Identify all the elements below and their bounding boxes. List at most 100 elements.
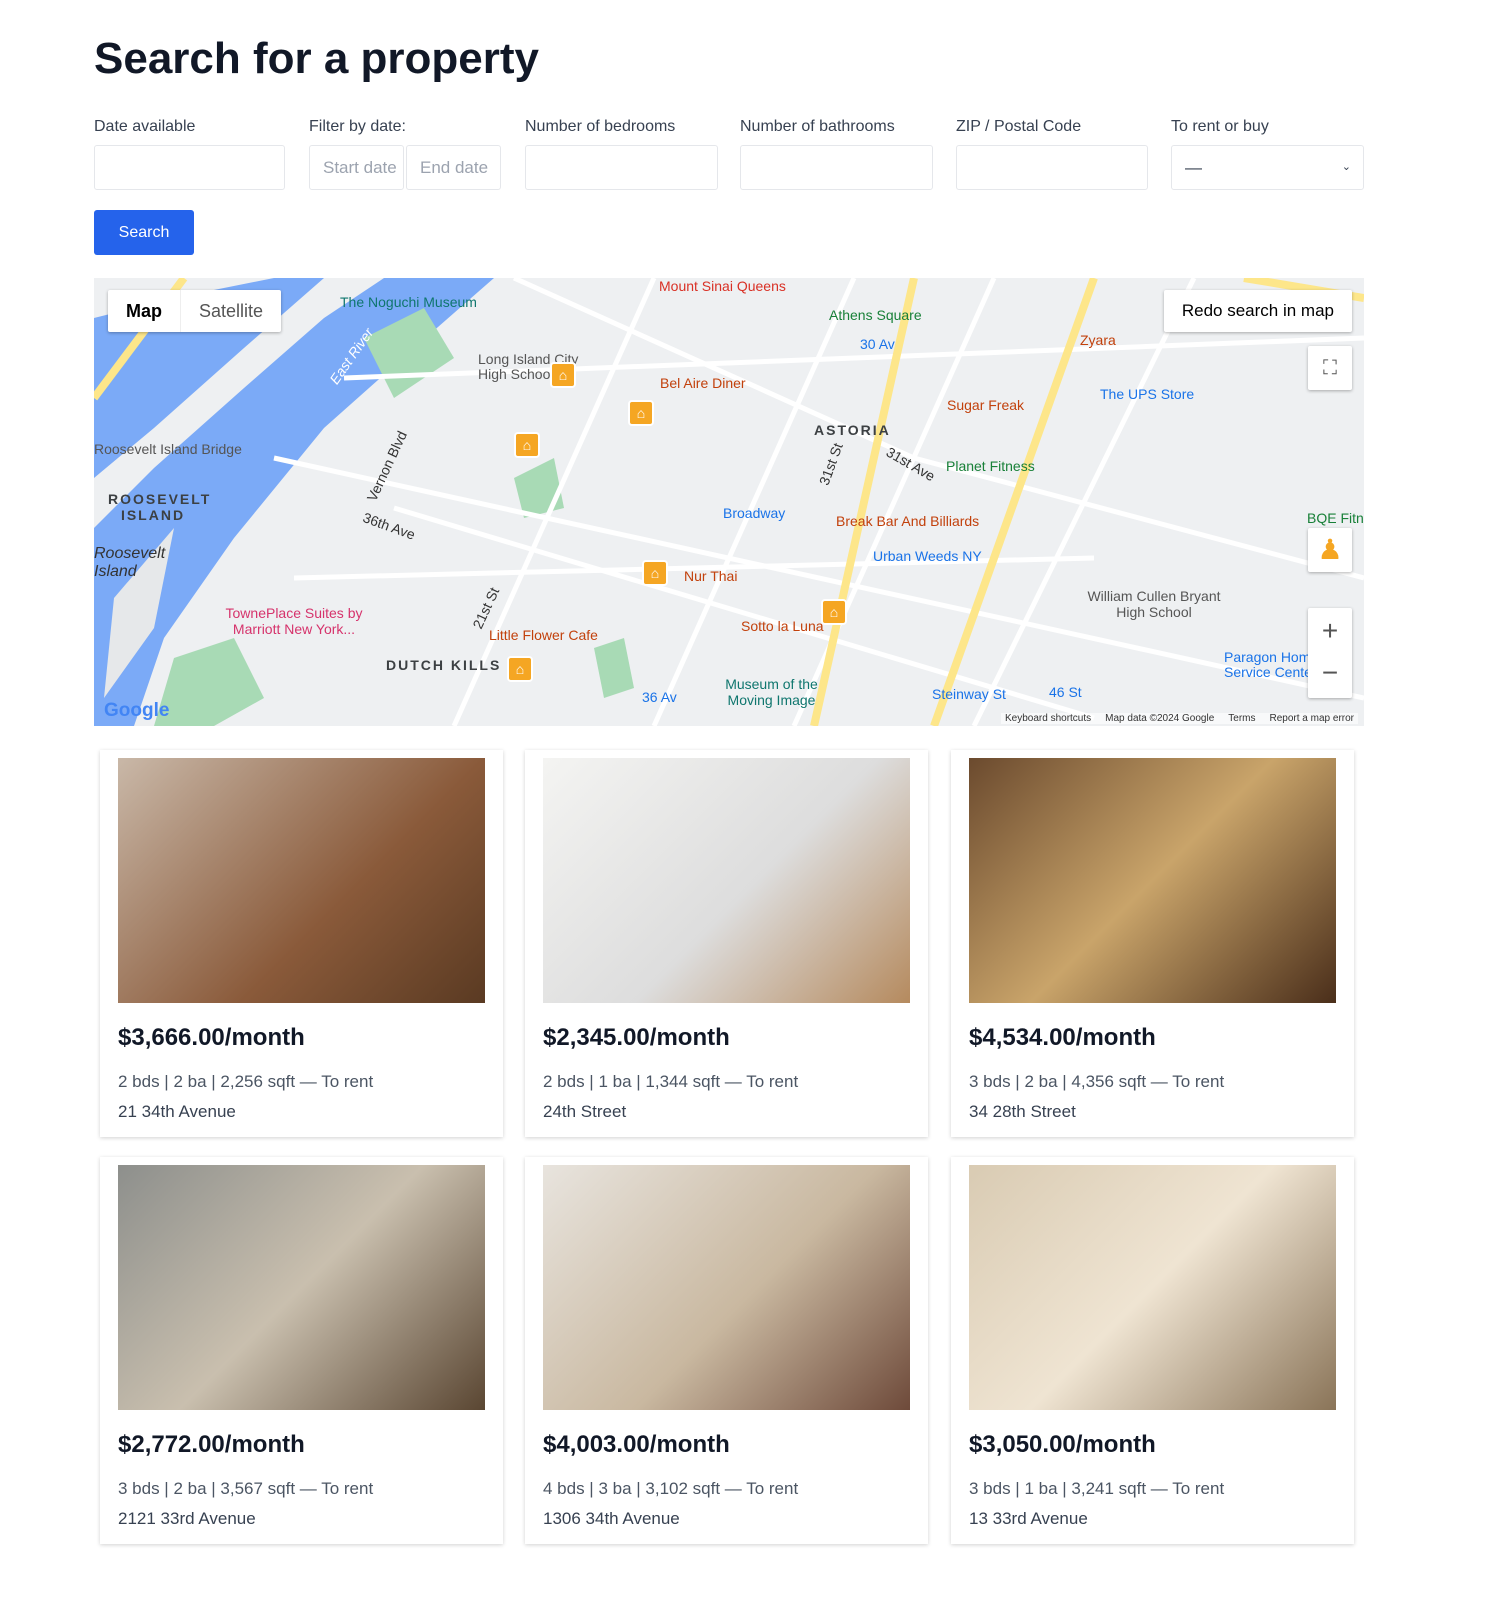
map-label[interactable]: Planet Fitness bbox=[946, 458, 1035, 474]
end-date-input[interactable]: End date bbox=[406, 145, 501, 190]
map-label: ASTORIA bbox=[814, 422, 891, 438]
rent-or-buy-select[interactable]: — ⌄ bbox=[1171, 145, 1364, 190]
fullscreen-icon[interactable]: ⛶ bbox=[1308, 346, 1352, 390]
terms-link[interactable]: Terms bbox=[1228, 713, 1255, 724]
map-label[interactable]: Urban Weeds NY bbox=[873, 548, 982, 564]
map-label: Roosevelt Island Bridge bbox=[94, 441, 242, 457]
property-photo[interactable] bbox=[969, 1165, 1336, 1410]
map-label[interactable]: Nur Thai bbox=[684, 568, 737, 584]
rent-or-buy-label: To rent or buy bbox=[1171, 118, 1269, 135]
map-label[interactable]: Sotto la Luna bbox=[741, 618, 824, 634]
map-label[interactable]: The Noguchi Museum bbox=[340, 294, 477, 310]
bedrooms-input[interactable] bbox=[525, 145, 718, 190]
street-view-pegman-icon[interactable]: ♟ bbox=[1308, 528, 1352, 572]
property-photo[interactable] bbox=[969, 758, 1336, 1003]
date-available-field: Date available bbox=[94, 118, 285, 190]
map-label[interactable]: Steinway St bbox=[932, 686, 1006, 702]
map-label[interactable]: Museum of the Moving Image bbox=[714, 676, 829, 708]
bathrooms-field: Number of bathrooms bbox=[740, 118, 933, 190]
search-button[interactable]: Search bbox=[94, 210, 194, 255]
property-price: $3,666.00/month bbox=[118, 1024, 305, 1051]
chevron-down-icon: ⌄ bbox=[1341, 161, 1351, 173]
property-marker-home-icon[interactable]: ⌂ bbox=[821, 599, 847, 625]
map-label[interactable]: 36 Av bbox=[642, 689, 677, 705]
bedrooms-label: Number of bedrooms bbox=[525, 118, 676, 135]
map-label: ROOSEVELT ISLAND bbox=[108, 491, 212, 523]
map-label[interactable]: TownePlace Suites by Marriott New York..… bbox=[209, 605, 379, 637]
rent-or-buy-field: To rent or buy — ⌄ bbox=[1171, 118, 1364, 190]
property-photo[interactable] bbox=[543, 758, 910, 1003]
property-marker-home-icon[interactable]: ⌂ bbox=[628, 400, 654, 426]
rent-or-buy-value: — bbox=[1185, 158, 1202, 177]
property-card[interactable]: $3,666.00/month 2 bds | 2 ba | 2,256 sqf… bbox=[100, 750, 503, 1137]
map-label[interactable]: 46 St bbox=[1049, 684, 1082, 700]
property-card[interactable]: $4,003.00/month 4 bds | 3 ba | 3,102 sqf… bbox=[525, 1157, 928, 1544]
property-price: $4,003.00/month bbox=[543, 1431, 730, 1458]
property-marker-home-icon[interactable]: ⌂ bbox=[514, 432, 540, 458]
zoom-in-icon[interactable]: + bbox=[1308, 608, 1352, 653]
map-type-satellite-button[interactable]: Satellite bbox=[180, 290, 281, 332]
bathrooms-label: Number of bathrooms bbox=[740, 118, 895, 135]
map-label[interactable]: The UPS Store bbox=[1100, 386, 1194, 402]
map-label[interactable]: Sugar Freak bbox=[947, 397, 1024, 413]
zoom-control: + − bbox=[1308, 608, 1352, 698]
redo-search-button[interactable]: Redo search in map bbox=[1163, 290, 1352, 332]
property-details: 4 bds | 3 ba | 3,102 sqft — To rent bbox=[543, 1479, 799, 1498]
property-marker-home-icon[interactable]: ⌂ bbox=[550, 362, 576, 388]
map-label[interactable]: Mount Sinai Queens bbox=[659, 278, 786, 294]
map-label[interactable]: Broadway bbox=[723, 505, 785, 521]
map-attribution: Keyboard shortcuts Map data ©2024 Google… bbox=[1000, 713, 1358, 724]
property-details: 3 bds | 2 ba | 3,567 sqft — To rent bbox=[118, 1479, 374, 1498]
map-label[interactable]: Little Flower Cafe bbox=[489, 627, 598, 643]
map-type-map-button[interactable]: Map bbox=[108, 290, 180, 332]
property-marker-home-icon[interactable]: ⌂ bbox=[642, 560, 668, 586]
property-price: $3,050.00/month bbox=[969, 1431, 1156, 1458]
property-details: 3 bds | 1 ba | 3,241 sqft — To rent bbox=[969, 1479, 1225, 1498]
zoom-out-icon[interactable]: − bbox=[1308, 653, 1352, 698]
property-card[interactable]: $2,345.00/month 2 bds | 1 ba | 1,344 sqf… bbox=[525, 750, 928, 1137]
google-logo: Google bbox=[104, 700, 170, 721]
property-price: $2,345.00/month bbox=[543, 1024, 730, 1051]
property-address: 1306 34th Avenue bbox=[543, 1509, 680, 1528]
zip-label: ZIP / Postal Code bbox=[956, 118, 1082, 135]
page-title: Search for a property bbox=[94, 34, 540, 83]
filter-by-date-label: Filter by date: bbox=[309, 118, 406, 135]
property-address: 24th Street bbox=[543, 1102, 627, 1121]
report-map-error-link[interactable]: Report a map error bbox=[1270, 713, 1354, 724]
date-available-label: Date available bbox=[94, 118, 196, 135]
property-marker-home-icon[interactable]: ⌂ bbox=[507, 656, 533, 682]
property-address: 21 34th Avenue bbox=[118, 1102, 236, 1121]
property-card[interactable]: $2,772.00/month 3 bds | 2 ba | 3,567 sqf… bbox=[100, 1157, 503, 1544]
property-photo[interactable] bbox=[543, 1165, 910, 1410]
property-price: $4,534.00/month bbox=[969, 1024, 1156, 1051]
property-details: 2 bds | 1 ba | 1,344 sqft — To rent bbox=[543, 1072, 799, 1091]
property-address: 34 28th Street bbox=[969, 1102, 1076, 1121]
property-details: 3 bds | 2 ba | 4,356 sqft — To rent bbox=[969, 1072, 1225, 1091]
map-label[interactable]: William Cullen Bryant High School bbox=[1079, 588, 1229, 620]
property-photo[interactable] bbox=[118, 758, 485, 1003]
zip-field: ZIP / Postal Code bbox=[956, 118, 1148, 190]
property-card[interactable]: $4,534.00/month 3 bds | 2 ba | 4,356 sqf… bbox=[951, 750, 1354, 1137]
map-base bbox=[94, 278, 1364, 726]
map-label[interactable]: Athens Square bbox=[829, 307, 922, 323]
property-address: 13 33rd Avenue bbox=[969, 1509, 1088, 1528]
map-label[interactable]: Bel Aire Diner bbox=[660, 375, 746, 391]
date-available-input[interactable] bbox=[94, 145, 285, 190]
property-photo[interactable] bbox=[118, 1165, 485, 1410]
map-label[interactable]: 30 Av bbox=[860, 336, 895, 352]
zip-input[interactable] bbox=[956, 145, 1148, 190]
bathrooms-input[interactable] bbox=[740, 145, 933, 190]
property-card[interactable]: $3,050.00/month 3 bds | 1 ba | 3,241 sqf… bbox=[951, 1157, 1354, 1544]
property-price: $2,772.00/month bbox=[118, 1431, 305, 1458]
map-label[interactable]: Zyara bbox=[1080, 332, 1116, 348]
property-details: 2 bds | 2 ba | 2,256 sqft — To rent bbox=[118, 1072, 374, 1091]
map-label: Roosevelt Island bbox=[94, 545, 166, 580]
bedrooms-field: Number of bedrooms bbox=[525, 118, 718, 190]
keyboard-shortcuts-link[interactable]: Keyboard shortcuts bbox=[1005, 713, 1091, 724]
map-type-control: Map Satellite bbox=[108, 290, 282, 332]
map-data-text: Map data ©2024 Google bbox=[1105, 713, 1215, 724]
map-label[interactable]: Break Bar And Billiards bbox=[836, 513, 979, 529]
map[interactable]: The Noguchi Museum Mount Sinai Queens At… bbox=[94, 278, 1364, 726]
map-label[interactable]: BQE Fitness bbox=[1307, 510, 1364, 526]
start-date-input[interactable]: Start date bbox=[309, 145, 404, 190]
